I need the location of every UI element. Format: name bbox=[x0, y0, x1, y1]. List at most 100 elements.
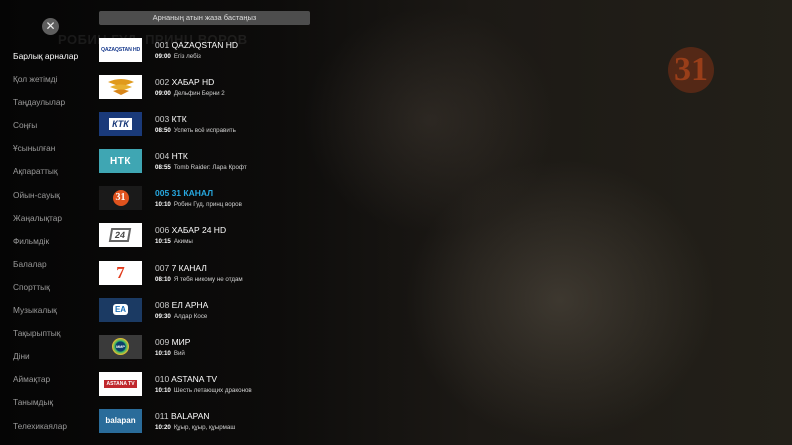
channel-row[interactable]: МИР 009 МИР 10:10 Вий bbox=[99, 333, 359, 370]
sidebar-item-news[interactable]: Жаңалықтар bbox=[13, 212, 98, 235]
channel-logo: balapan bbox=[99, 408, 142, 433]
sidebar-item-thematic[interactable]: Тақырыптық bbox=[13, 327, 98, 350]
channel-number: 005 bbox=[155, 188, 170, 199]
channel-row[interactable]: 24 006 ХАБАР 24 HD 10:15 Акимы bbox=[99, 221, 359, 258]
channel-row[interactable]: 7 007 7 КАНАЛ 08:10 Я тебя никому не отда… bbox=[99, 259, 359, 296]
sidebar-item-sports[interactable]: Спорттық bbox=[13, 281, 98, 304]
program-title: Tomb Raider: Лара Крофт bbox=[173, 164, 247, 172]
category-sidebar: Барлық арналар Қол жетімді Таңдаулылар С… bbox=[13, 50, 98, 443]
sidebar-item-educational[interactable]: Танымдық bbox=[13, 396, 98, 419]
program-time: 10:10 bbox=[155, 386, 171, 394]
channel-logo bbox=[99, 75, 142, 100]
channel-logo-text: QAZAQSTAN HD bbox=[100, 47, 140, 53]
channel-row[interactable]: 002 ХАБАР HD 09:00 Дельфин Берни 2 bbox=[99, 73, 359, 110]
channel-logo-text: ASTANA TV bbox=[104, 379, 137, 388]
search-input[interactable]: Арнаның атын жаза бастаңыз bbox=[99, 11, 310, 25]
close-icon: ✕ bbox=[45, 19, 56, 33]
program-time: 10:20 bbox=[155, 423, 171, 431]
channel-row[interactable]: QAZAQSTAN HD 001 QAZAQSTAN HD 09:00 Егіз … bbox=[99, 36, 359, 73]
channel-logo: НТК bbox=[99, 149, 142, 174]
channel-logo: 7 bbox=[99, 260, 142, 285]
channel-name: ХАБАР 24 HD bbox=[171, 225, 227, 236]
channel-number: 010 bbox=[155, 373, 170, 384]
sidebar-item-information[interactable]: Ақпараттық bbox=[13, 165, 98, 188]
program-time: 10:15 bbox=[155, 238, 171, 246]
program-time: 08:10 bbox=[155, 275, 171, 283]
channel-logo-text: КТК bbox=[109, 118, 132, 131]
channel-logo: 24 bbox=[99, 223, 142, 248]
channel-row-selected[interactable]: 31 005 31 КАНАЛ 10:10 Робин Гуд, принц во… bbox=[99, 184, 359, 221]
channel-number: 003 bbox=[155, 114, 170, 125]
sidebar-item-religious[interactable]: Діни bbox=[13, 350, 98, 373]
program-title: Алдар Косе bbox=[173, 312, 208, 320]
channel-name: МИР bbox=[171, 336, 191, 347]
sidebar-item-recent[interactable]: Соңғы bbox=[13, 119, 98, 142]
channel-logo: 31 bbox=[99, 186, 142, 211]
channel-logo: ЕА bbox=[99, 297, 142, 322]
program-time: 08:55 bbox=[155, 164, 171, 172]
channel-logo: МИР bbox=[99, 334, 142, 359]
program-title: Шесть летающих драконов bbox=[173, 386, 252, 394]
program-title: Дельфин Берни 2 bbox=[173, 90, 225, 98]
close-button[interactable]: ✕ bbox=[42, 18, 59, 35]
sidebar-item-favorites[interactable]: Таңдаулылар bbox=[13, 96, 98, 119]
channel-number: 011 bbox=[155, 410, 169, 421]
sidebar-item-regions[interactable]: Аймақтар bbox=[13, 373, 98, 396]
channel-name: КТК bbox=[171, 114, 187, 125]
channel-name: ASTANA TV bbox=[171, 373, 218, 384]
program-title: Я тебя никому не отдам bbox=[173, 275, 243, 283]
channel-row[interactable]: balapan 011 BALAPAN 10:20 Құыр, құыр, құы… bbox=[99, 407, 359, 444]
channel-row[interactable]: НТК 004 НТК 08:55 Tomb Raider: Лара Крофт bbox=[99, 147, 359, 184]
program-title: Акимы bbox=[173, 238, 193, 246]
sidebar-item-available[interactable]: Қол жетімді bbox=[13, 73, 98, 96]
program-title: Егіз лебіз bbox=[173, 53, 201, 60]
channel-name: BALAPAN bbox=[170, 410, 210, 421]
sidebar-item-movies[interactable]: Фильмдік bbox=[13, 235, 98, 258]
channel-name: QAZAQSTAN HD bbox=[171, 40, 238, 50]
program-title: Успеть всё исправить bbox=[173, 127, 236, 135]
program-time: 09:30 bbox=[155, 312, 171, 320]
channel-number: 004 bbox=[155, 151, 170, 162]
sidebar-item-music[interactable]: Музыкалық bbox=[13, 304, 98, 327]
channel-number: 006 bbox=[155, 225, 170, 236]
sidebar-item-kids[interactable]: Балалар bbox=[13, 258, 98, 281]
channel-logo: QAZAQSTAN HD bbox=[99, 38, 142, 62]
channel-logo-text: НТК bbox=[110, 155, 131, 167]
program-time: 10:10 bbox=[155, 349, 171, 357]
channel-number: 002 bbox=[155, 77, 170, 88]
channel-name: ЕЛ АРНА bbox=[171, 299, 209, 310]
program-time: 09:00 bbox=[155, 90, 171, 98]
program-time: 09:00 bbox=[155, 53, 171, 60]
program-title: Робин Гуд, принц воров bbox=[173, 201, 242, 209]
program-title: Құыр, құыр, құырмаш bbox=[173, 423, 236, 431]
channel-number: 007 bbox=[155, 262, 170, 273]
program-time: 08:50 bbox=[155, 127, 171, 135]
channel-logo-text: 31 bbox=[112, 190, 129, 207]
background-channel-logo: 31 bbox=[668, 47, 714, 93]
channel-logo: КТК bbox=[99, 112, 142, 137]
channel-name: ХАБАР HD bbox=[171, 77, 215, 88]
channel-row[interactable]: ASTANA TV 010 ASTANA TV 10:10 Шесть летаю… bbox=[99, 370, 359, 407]
channel-logo-text: МИР bbox=[112, 338, 129, 356]
sidebar-item-all-channels[interactable]: Барлық арналар bbox=[13, 50, 98, 73]
sidebar-item-entertainment[interactable]: Ойын-сауық bbox=[13, 189, 98, 212]
channel-logo-text: balapan bbox=[105, 416, 136, 426]
channel-row[interactable]: ЕА 008 ЕЛ АРНА 09:30 Алдар Косе bbox=[99, 296, 359, 333]
channel-logo: ASTANA TV bbox=[99, 371, 142, 396]
program-title: Вий bbox=[173, 349, 185, 357]
channel-list: QAZAQSTAN HD 001 QAZAQSTAN HD 09:00 Егіз … bbox=[99, 36, 359, 444]
channel-number: 008 bbox=[155, 299, 170, 310]
sidebar-item-recommended[interactable]: Ұсынылған bbox=[13, 142, 98, 165]
channel-name: 7 КАНАЛ bbox=[171, 262, 207, 273]
channel-logo-text: 7 bbox=[116, 262, 125, 282]
program-time: 10:10 bbox=[155, 201, 171, 209]
channel-name: 31 КАНАЛ bbox=[171, 188, 214, 199]
channel-row[interactable]: КТК 003 КТК 08:50 Успеть всё исправить bbox=[99, 110, 359, 147]
khabar-logo-icon bbox=[107, 79, 134, 96]
channel-number: 001 bbox=[155, 40, 170, 50]
channel-number: 009 bbox=[155, 336, 170, 347]
sidebar-item-series[interactable]: Телехикаялар bbox=[13, 420, 98, 443]
channel-logo-text: 24 bbox=[109, 228, 132, 243]
channel-logo-text: ЕА bbox=[112, 304, 129, 316]
channel-name: НТК bbox=[171, 151, 188, 162]
